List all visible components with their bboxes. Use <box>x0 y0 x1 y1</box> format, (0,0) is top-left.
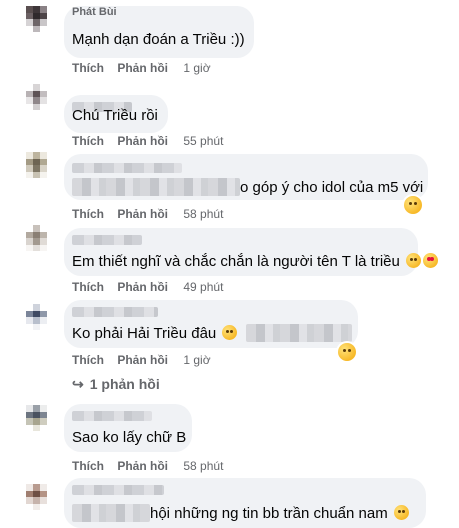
comment-actions: Thích Phản hồi 58 phút <box>72 207 223 221</box>
comment-text: Chú Triều rồi <box>72 107 158 124</box>
reply-button[interactable]: Phản hồi <box>117 61 168 75</box>
view-replies-link[interactable]: ↪ 1 phản hồi <box>72 376 160 393</box>
reply-button[interactable]: Phản hồi <box>117 459 168 473</box>
like-button[interactable]: Thích <box>72 61 104 75</box>
comment-text: Mạnh dạn đoán a Triều :)) <box>72 31 245 48</box>
comment-bubble: Phát Bùi Mạnh dạn đoán a Triều :)) <box>64 6 254 58</box>
avatar[interactable] <box>26 405 47 431</box>
commenter-name-blurred <box>72 411 152 421</box>
reply-button[interactable]: Phản hồi <box>117 134 168 148</box>
comment-timestamp[interactable]: 58 phút <box>183 459 223 473</box>
like-button[interactable]: Thích <box>72 134 104 148</box>
avatar[interactable] <box>26 304 47 330</box>
commenter-name-blurred <box>72 235 142 245</box>
avatar[interactable] <box>26 84 47 110</box>
reply-arrow-icon: ↪ <box>72 376 84 392</box>
like-button[interactable]: Thích <box>72 280 104 294</box>
comment-timestamp[interactable]: 55 phút <box>183 134 223 148</box>
laughing-emoji-icon[interactable] <box>404 196 422 214</box>
comment-text-visible: o góp ý cho idol của m5 với <box>240 179 424 196</box>
avatar[interactable] <box>26 484 47 510</box>
comment-actions: Thích Phản hồi 49 phút <box>72 280 223 294</box>
comment-bubble: Sao ko lấy chữ B <box>64 404 192 452</box>
reply-button[interactable]: Phản hồi <box>117 353 168 367</box>
comment-text: Ko phải Hải Triều đâu <box>72 324 352 343</box>
comment-bubble: o góp ý cho idol của m5 với <box>64 154 428 200</box>
blurred-text <box>245 324 352 342</box>
comment-timestamp[interactable]: 1 giờ <box>183 61 210 75</box>
comment-text: Em thiết nghĩ và chắc chắn là người tên … <box>72 252 439 271</box>
comment-text: Sao ko lấy chữ B <box>72 429 187 446</box>
comment-bubble: Em thiết nghĩ và chắc chắn là người tên … <box>64 228 439 276</box>
comment-timestamp[interactable]: 49 phút <box>183 280 223 294</box>
comment-text: o góp ý cho idol của m5 với <box>72 178 423 197</box>
grinning-emoji-icon <box>406 253 422 268</box>
comment-text-visible: Ko phải Hải Triều đâu <box>72 325 217 342</box>
sad-emoji-icon[interactable] <box>338 343 356 361</box>
comment-actions: Thích Phản hồi 1 giờ <box>72 61 211 75</box>
sad-emoji-icon <box>222 325 238 340</box>
commenter-name-blurred <box>72 485 164 495</box>
comment-actions: Thích Phản hồi 1 giờ <box>72 353 211 367</box>
comment-text: hội những ng tin bb trần chuẩn nam <box>72 504 409 523</box>
commenter-name[interactable]: Phát Bùi <box>72 3 117 22</box>
comment-actions: Thích Phản hồi 55 phút <box>72 134 223 148</box>
reply-button[interactable]: Phản hồi <box>117 280 168 294</box>
like-button[interactable]: Thích <box>72 207 104 221</box>
replies-count: 1 phản hồi <box>89 376 160 392</box>
comment-text-visible: hội những ng tin bb trần chuẩn nam <box>150 505 388 522</box>
heart-eyes-emoji-icon <box>423 253 439 268</box>
comment-bubble: hội những ng tin bb trần chuẩn nam <box>64 478 426 528</box>
like-button[interactable]: Thích <box>72 459 104 473</box>
comment-bubble: Chú Triều rồi <box>64 95 168 133</box>
blurred-text <box>72 178 240 196</box>
avatar[interactable] <box>26 152 47 178</box>
commenter-name-blurred <box>72 307 158 317</box>
avatar[interactable] <box>26 6 47 32</box>
pleading-emoji-icon <box>393 505 409 520</box>
reply-button[interactable]: Phản hồi <box>117 207 168 221</box>
comment-text-visible: Em thiết nghĩ và chắc chắn là người tên … <box>72 253 400 270</box>
comment-timestamp[interactable]: 1 giờ <box>183 353 210 367</box>
comment-bubble: Ko phải Hải Triều đâu <box>64 300 358 348</box>
avatar[interactable] <box>26 225 47 251</box>
comment-actions: Thích Phản hồi 58 phút <box>72 459 223 473</box>
commenter-name-blurred <box>72 163 182 173</box>
blurred-text <box>72 504 150 522</box>
like-button[interactable]: Thích <box>72 353 104 367</box>
comment-timestamp[interactable]: 58 phút <box>183 207 223 221</box>
